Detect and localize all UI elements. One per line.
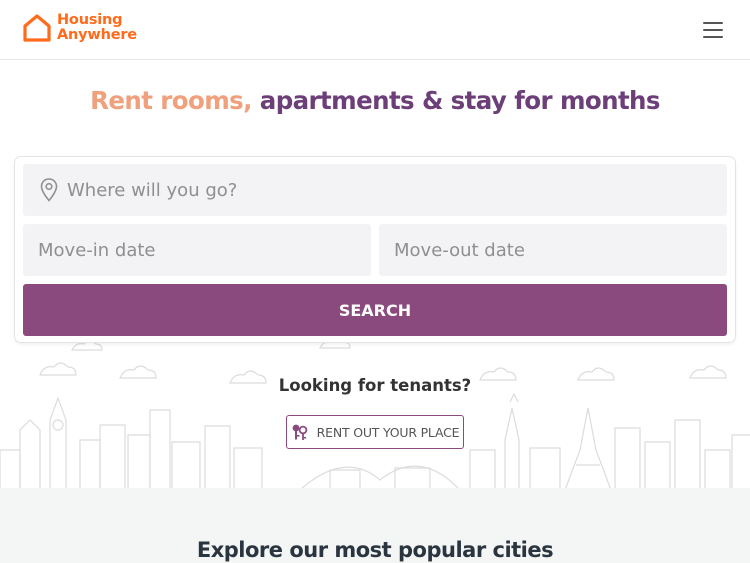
- location-pin-icon: [40, 178, 58, 202]
- search-card: Where will you go? Move-in date Move-out…: [15, 157, 735, 342]
- top-header: Housing Anywhere: [0, 0, 750, 60]
- hero-headline: Rent rooms, apartments & stay for months: [0, 86, 750, 115]
- city-skyline-illustration: [0, 338, 750, 488]
- rent-out-label: RENT OUT YOUR PLACE: [316, 424, 460, 440]
- headline-rest: apartments & stay for months: [251, 86, 661, 115]
- destination-placeholder: Where will you go?: [67, 179, 238, 201]
- hero-section: Rent rooms, apartments & stay for months…: [0, 60, 750, 488]
- popular-cities-section: Explore our most popular cities: [0, 488, 750, 563]
- logo-wordmark: Housing Anywhere: [57, 13, 137, 43]
- move-out-placeholder: Move-out date: [394, 239, 525, 261]
- search-button[interactable]: SEARCH: [23, 284, 727, 336]
- destination-search-input[interactable]: Where will you go?: [23, 164, 727, 216]
- headline-accent: Rent rooms,: [90, 86, 252, 115]
- hamburger-menu-icon[interactable]: [701, 19, 725, 41]
- keys-icon: [292, 424, 307, 440]
- logo-line-1: Housing: [57, 12, 123, 28]
- move-out-date-input[interactable]: Move-out date: [379, 224, 727, 276]
- logo-line-2: Anywhere: [57, 27, 137, 43]
- move-in-date-input[interactable]: Move-in date: [23, 224, 371, 276]
- popular-cities-heading: Explore our most popular cities: [196, 538, 554, 562]
- housing-anywhere-logo[interactable]: Housing Anywhere: [22, 13, 137, 43]
- rent-out-place-button[interactable]: RENT OUT YOUR PLACE: [286, 415, 464, 449]
- house-logo-icon: [23, 14, 51, 42]
- tenants-heading: Looking for tenants?: [278, 376, 472, 395]
- move-in-placeholder: Move-in date: [38, 239, 156, 261]
